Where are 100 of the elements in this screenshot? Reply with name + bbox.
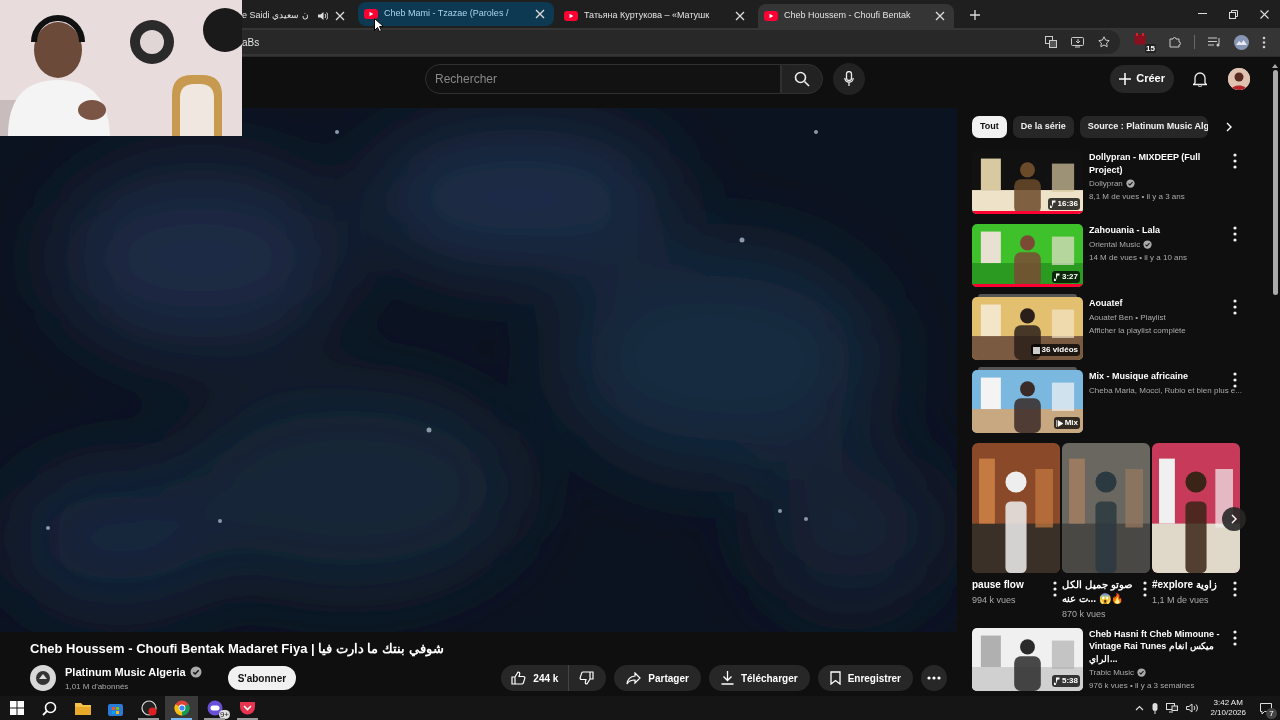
taskbar-app[interactable]: 9+ bbox=[198, 696, 231, 720]
video-thumbnail[interactable]: 3:27 bbox=[972, 224, 1083, 287]
like-button[interactable]: 244 k bbox=[501, 665, 570, 692]
video-thumbnail[interactable]: 5:38 bbox=[972, 627, 1083, 691]
filter-chip[interactable]: Source : Platinum Music Alg bbox=[1079, 116, 1208, 138]
bell-icon bbox=[1193, 70, 1207, 87]
url-text: aBs bbox=[242, 35, 261, 50]
playlist-icon bbox=[1032, 346, 1040, 354]
close-icon bbox=[1260, 9, 1269, 19]
music-note-icon bbox=[1054, 273, 1060, 281]
duration-text: 3:27 bbox=[1062, 271, 1078, 283]
more-vertical-icon bbox=[1232, 298, 1238, 316]
tab-close-button[interactable] bbox=[734, 10, 746, 22]
more-vertical-icon bbox=[1232, 628, 1238, 647]
verified-icon bbox=[1143, 239, 1153, 249]
video-title[interactable]: Zahouania - Lala bbox=[1089, 224, 1224, 237]
volume-icon bbox=[1186, 703, 1199, 713]
voice-search-button[interactable] bbox=[833, 62, 865, 95]
video-thumbnail[interactable]: Mix bbox=[972, 370, 1083, 433]
tab-title: Татьяна Куртукова – «Матушк bbox=[584, 9, 711, 23]
tab-title: Cheb Houssem - Choufi Bentak bbox=[784, 9, 912, 23]
plus-icon bbox=[970, 10, 980, 20]
scrollbar-thumb[interactable] bbox=[1272, 70, 1278, 295]
person-icon bbox=[1228, 67, 1250, 90]
more-button[interactable] bbox=[921, 665, 947, 692]
browser-tab[interactable]: Татьяна Куртукова – «Матушк bbox=[558, 4, 754, 28]
extension-button[interactable]: 15 bbox=[1132, 31, 1156, 53]
tab-close-button[interactable] bbox=[534, 8, 546, 20]
short-title[interactable]: pause flow bbox=[972, 578, 1050, 592]
taskbar-app[interactable] bbox=[165, 696, 198, 720]
filter-chip[interactable]: De la série bbox=[1012, 116, 1074, 138]
share-arrow-icon bbox=[626, 671, 642, 685]
microphone-icon bbox=[1152, 702, 1159, 714]
channel-name[interactable]: Platinum Music Algeria bbox=[65, 664, 186, 681]
chevron-right-icon bbox=[1225, 122, 1232, 132]
browser-tab[interactable]: e Saidi ن سعيدي bbox=[242, 4, 354, 28]
save-button[interactable]: Enregistrer bbox=[817, 665, 913, 692]
close-icon bbox=[535, 9, 545, 19]
more-vertical-icon bbox=[1232, 580, 1238, 598]
extension-badge: 15 bbox=[1145, 44, 1156, 53]
translate-icon bbox=[1045, 36, 1057, 48]
folder-icon bbox=[74, 701, 91, 715]
browser-tab[interactable]: Cheb Mami - Tzazae (Paroles / bbox=[358, 2, 554, 26]
tab-close-button[interactable] bbox=[334, 10, 346, 22]
video-thumbnail[interactable]: 16:36 bbox=[972, 151, 1083, 214]
youtube-icon bbox=[364, 9, 378, 19]
logo-icon bbox=[35, 670, 51, 687]
download-button[interactable]: Télécharger bbox=[708, 665, 810, 692]
more-vertical-icon bbox=[1052, 580, 1058, 598]
mix-icon bbox=[1055, 419, 1063, 427]
next-shorts-button[interactable] bbox=[1222, 507, 1246, 531]
download-icon bbox=[720, 671, 734, 686]
bookmark-icon bbox=[829, 671, 841, 686]
close-icon bbox=[735, 11, 745, 21]
filter-chip[interactable]: Tout bbox=[972, 116, 1007, 138]
chevron-right-icon bbox=[1231, 514, 1237, 524]
browser-icon bbox=[173, 700, 190, 716]
video-title: Cheb Houssem - Choufi Bentak Madaret Fiya | شوفي بنتك ما دارت فيا bbox=[30, 640, 445, 658]
youtube-icon bbox=[564, 11, 578, 21]
video-title[interactable]: Dollypran - MIXDEEP (Full Project) bbox=[1089, 151, 1224, 176]
create-button[interactable]: Créer bbox=[1110, 64, 1174, 93]
dislike-button[interactable] bbox=[569, 665, 607, 692]
subscribe-button[interactable]: S'abonner bbox=[227, 666, 297, 691]
video-meta: 8,1 M de vues • il y a 3 ans bbox=[1089, 191, 1186, 202]
profile-icon bbox=[1234, 34, 1249, 50]
video-title[interactable]: Cheb Hasni ft Cheb Mimoune - Vintage Rai Tunes ميكس انغام الراي... bbox=[1089, 627, 1224, 665]
scroll-up-icon bbox=[1272, 64, 1278, 68]
search-field[interactable]: Rechercher bbox=[425, 63, 781, 94]
browser-tab[interactable]: Cheb Houssem - Choufi Bentak bbox=[758, 4, 954, 28]
short-title[interactable]: #explore زاوية bbox=[1152, 578, 1230, 592]
youtube-icon bbox=[764, 11, 778, 21]
tab-close-button[interactable] bbox=[934, 10, 946, 22]
install-icon bbox=[1071, 36, 1084, 48]
pocket-icon bbox=[240, 701, 255, 715]
more-vertical-icon bbox=[1232, 371, 1238, 389]
short-title[interactable]: صوتو جميل الكل ...ت عنه 😱🔥 bbox=[1062, 578, 1140, 606]
verified-icon bbox=[1137, 668, 1147, 677]
notifications-button[interactable]: 7 bbox=[1258, 700, 1274, 716]
video-meta: 976 k vues • il y a 3 semaines bbox=[1089, 680, 1196, 691]
clock-time[interactable]: 3:42 AM bbox=[1213, 698, 1243, 708]
channel-avatar[interactable] bbox=[30, 665, 56, 692]
thumbs-down-icon bbox=[579, 671, 595, 686]
video-title[interactable]: Mix - Musique africaine bbox=[1089, 370, 1224, 383]
search-icon bbox=[794, 70, 810, 87]
music-note-icon bbox=[1054, 676, 1060, 685]
channel-name: Oriental Music bbox=[1089, 238, 1141, 250]
short-views: 870 k vues bbox=[1062, 608, 1107, 621]
more-icon bbox=[927, 676, 941, 681]
share-button[interactable]: Partager bbox=[614, 665, 701, 692]
channel-name: Dollypran bbox=[1089, 178, 1123, 189]
tab-title: Cheb Mami - Tzazae (Paroles / bbox=[384, 7, 510, 21]
video-thumbnail[interactable]: 36 vidéos bbox=[972, 297, 1083, 360]
account-avatar[interactable] bbox=[1228, 67, 1250, 90]
thumbs-up-icon bbox=[511, 671, 527, 686]
search-button[interactable] bbox=[781, 63, 823, 94]
clock-date[interactable]: 2/10/2026 bbox=[1210, 708, 1246, 718]
message-icon bbox=[1260, 702, 1272, 714]
video-title[interactable]: Aouatef bbox=[1089, 297, 1224, 310]
close-icon bbox=[335, 11, 345, 21]
duration-text: 16:36 bbox=[1057, 198, 1078, 210]
